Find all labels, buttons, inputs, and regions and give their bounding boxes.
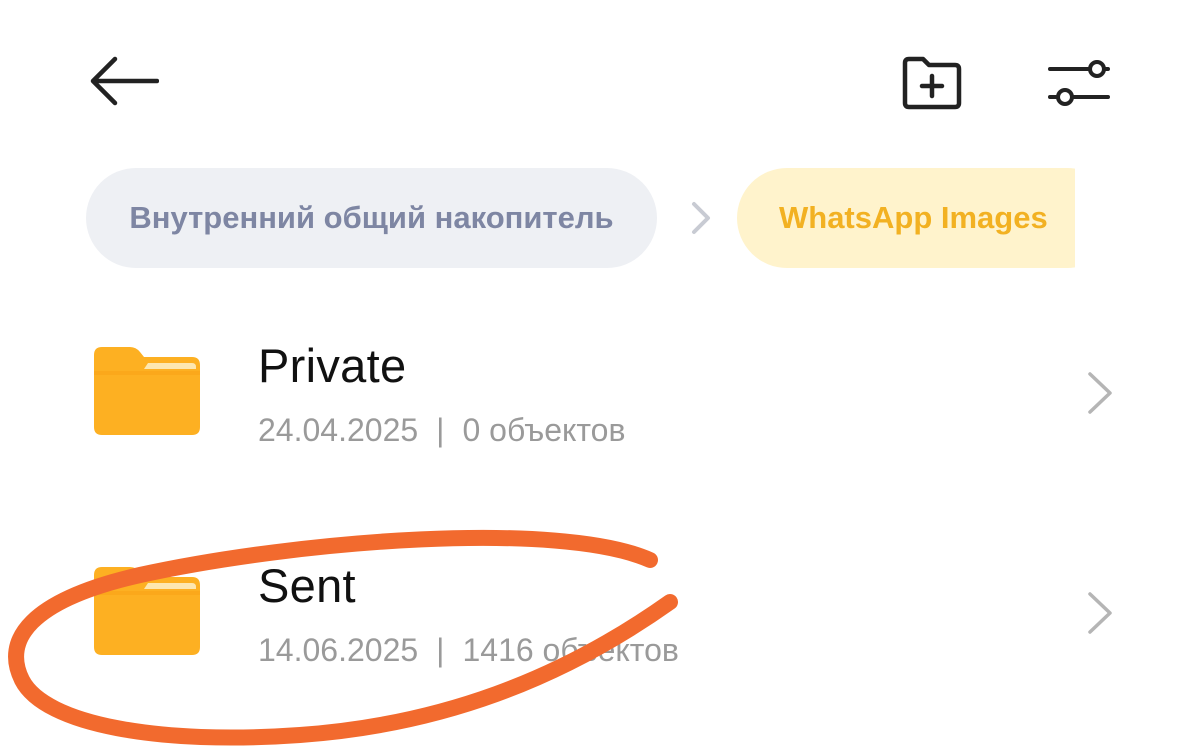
chevron-right-icon [1088,592,1112,634]
breadcrumb-root-label: Внутренний общий накопитель [129,200,614,235]
chevron-right-icon [692,202,710,234]
folder-meta: 14.06.2025 | 1416 объектов [258,632,679,669]
folder-date: 14.06.2025 [258,632,419,668]
folder-name: Private [258,339,407,392]
meta-separator: | [436,632,445,668]
breadcrumb-current[interactable]: WhatsApp Images [737,168,1075,268]
breadcrumb-current-label: WhatsApp Images [779,200,1048,235]
sliders-icon [1048,60,1110,106]
folder-icon [94,347,200,435]
folder-row-sent[interactable]: Sent 14.06.2025 | 1416 объектов [0,520,1200,720]
breadcrumb: Внутренний общий накопитель WhatsApp Ima… [0,168,1075,270]
folder-item-count: 0 объектов [462,412,626,448]
arrow-left-icon [90,56,159,106]
file-manager-screen: Внутренний общий накопитель WhatsApp Ima… [0,0,1200,747]
chevron-right-icon [1088,372,1112,414]
folder-meta: 24.04.2025 | 0 объектов [258,412,625,449]
folder-name: Sent [258,559,356,612]
folder-item-count: 1416 объектов [462,632,679,668]
back-button[interactable] [78,46,168,116]
folder-date: 24.04.2025 [258,412,419,448]
filter-settings-button[interactable] [1036,46,1120,120]
folder-plus-icon [902,56,962,110]
folder-icon [94,567,200,655]
new-folder-button[interactable] [892,48,972,118]
folder-row-private[interactable]: Private 24.04.2025 | 0 объектов [0,300,1200,500]
meta-separator: | [436,412,445,448]
breadcrumb-root[interactable]: Внутренний общий накопитель [86,168,657,268]
